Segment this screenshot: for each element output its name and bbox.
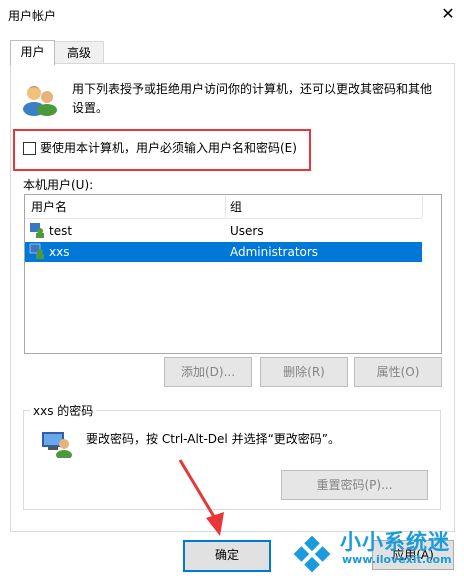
close-button[interactable]: ✕	[436, 3, 460, 25]
require-login-label[interactable]: 要使用本计算机，用户必须输入用户名和密码(E)	[40, 139, 297, 156]
users-list-label: 本机用户(U):	[23, 178, 94, 192]
ok-button[interactable]: 确定	[183, 540, 271, 572]
tab-advanced[interactable]: 高级	[54, 41, 104, 64]
add-user-button[interactable]: 添加(D)...	[164, 357, 252, 387]
watermark-logo-icon	[293, 535, 331, 573]
window-title: 用户帐户	[8, 9, 57, 23]
reset-password-button[interactable]: 重置密码(P)...	[281, 470, 428, 500]
user-group: Administrators	[230, 245, 319, 259]
title-bar	[0, 0, 464, 30]
table-row-selected[interactable]	[25, 242, 422, 262]
users-icon	[23, 86, 57, 116]
tab-users[interactable]: 用户	[10, 40, 55, 65]
user-icon	[30, 223, 44, 238]
description-text: 用下列表授予或拒绝用户访问你的计算机，还可以更改其密码和其他设置。	[72, 82, 433, 115]
annotation-arrow-icon	[178, 459, 224, 536]
user-password-icon	[42, 432, 72, 458]
properties-button[interactable]: 属性(O)	[354, 357, 442, 387]
user-name: test	[49, 224, 73, 238]
table-row[interactable]	[25, 221, 422, 241]
column-divider[interactable]	[422, 196, 423, 218]
watermark-name: 小小系统迷	[340, 530, 450, 554]
password-instruction: 要改密码，按 Ctrl-Alt-Del 并选择“更改密码”。	[86, 432, 341, 446]
user-group: Users	[230, 224, 264, 238]
user-icon	[29, 243, 44, 259]
password-group-title: xxs 的密码	[30, 402, 97, 419]
watermark-url: www.ilovexit.com	[342, 553, 452, 566]
remove-user-button[interactable]: 删除(R)	[260, 357, 348, 387]
require-login-checkbox[interactable]	[23, 142, 36, 155]
column-header-username[interactable]: 用户名	[25, 195, 225, 219]
user-name: xxs	[49, 245, 70, 259]
column-header-group[interactable]: 组	[226, 195, 422, 219]
